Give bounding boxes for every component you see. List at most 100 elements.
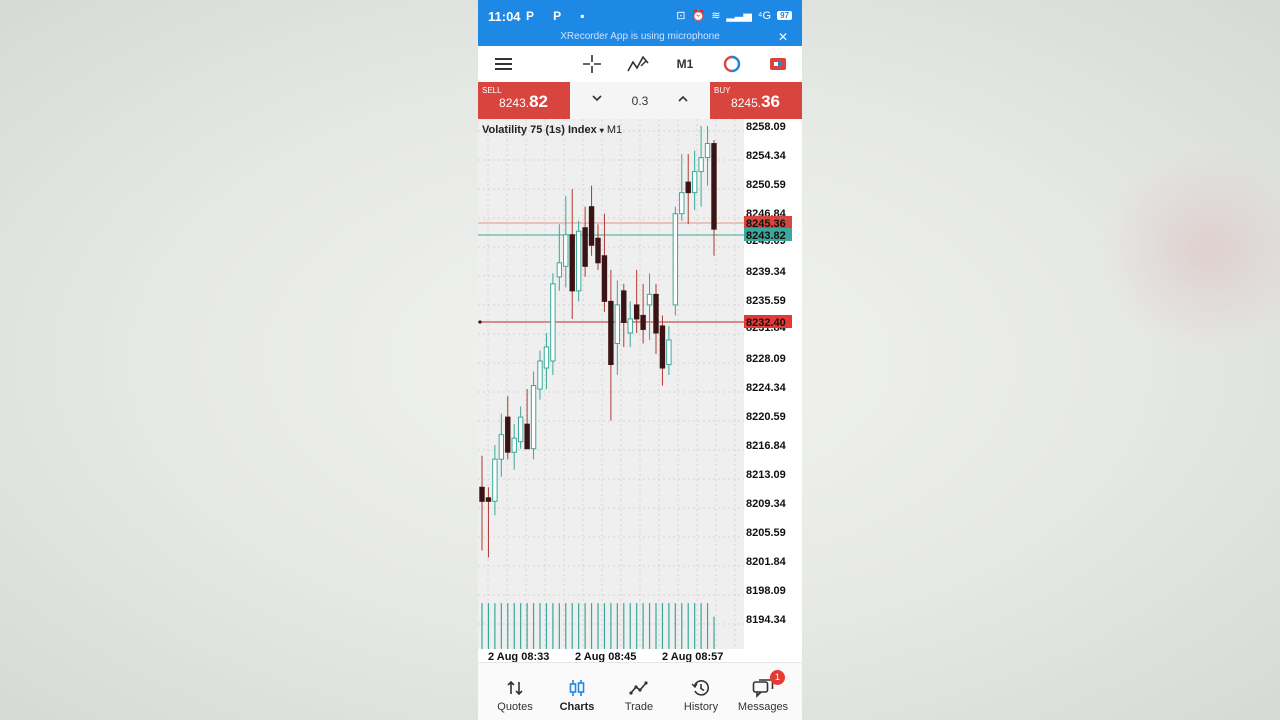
buy-price-main: 8245. [731,96,762,110]
y-tick-label: 8213.09 [746,469,786,481]
buy-price: 8245.36 [731,92,780,112]
candle-body [640,314,646,330]
close-icon[interactable]: ✕ [778,30,788,44]
candle-body [608,300,614,366]
status-bar: 11:04 P P ▪ ⊡ ⏰ ≋ ▂▃▅ ⁴G 97 XRecorder Ap… [478,0,802,46]
sell-button[interactable]: SELL 8243.82 [478,82,570,119]
chevron-up-icon[interactable] [676,91,690,107]
y-tick-label: 8258.09 [746,121,786,133]
nav-charts[interactable]: Charts [546,663,608,720]
volume-value[interactable]: 0.3 [610,94,670,108]
candle-body [511,437,517,453]
x-tick-label: 2 Aug 08:57 [662,651,723,662]
chevron-down-icon[interactable] [590,91,604,107]
buy-price-pips: 36 [761,92,780,111]
status-time: 11:04 [488,9,521,24]
symbol-dropdown-icon: ▾ [599,126,604,135]
nav-label-history: History [683,701,719,713]
candle-body [524,423,530,450]
candle-body [704,143,711,159]
y-tick-label: 8209.34 [746,498,787,510]
quotes-icon [503,677,527,699]
symbol-timeframe: M1 [606,124,623,136]
candle-body [582,227,588,267]
buy-label: BUY [714,86,731,95]
candle-body [595,237,601,264]
nav-history[interactable]: History [670,663,732,720]
nav-quotes[interactable]: Quotes [484,663,546,720]
y-tick-label: 8198.09 [746,585,786,597]
candle-body [698,157,704,173]
candle-body [530,385,537,450]
indicators-icon[interactable] [625,52,651,76]
y-tick-label: 8250.59 [746,179,786,191]
candle-body [543,346,550,369]
candle-body [659,325,666,369]
menu-icon[interactable] [492,52,514,76]
y-tick-label: 8254.34 [746,150,787,162]
y-tick-label: 8201.84 [746,556,787,568]
trade-panel: SELL 8243.82 0.3 BUY 8245.36 [478,82,802,119]
nav-trade[interactable]: Trade [608,663,670,720]
y-tick-label: 8216.84 [746,440,787,452]
candle-body [505,416,511,453]
y-tick-label: 8220.59 [746,411,786,423]
background-blur [1100,150,1280,350]
symbol-name: Volatility 75 (1s) Index [482,124,597,136]
y-tick-label: 8194.34 [746,614,787,626]
recording-notice: XRecorder App is using microphone [560,31,720,42]
candle-body [621,290,627,323]
nav-label-trade: Trade [624,701,654,713]
y-tick-label: 8228.09 [746,353,786,365]
nav-label-quotes: Quotes [497,701,533,713]
trade-icon [627,677,651,699]
candle-body [550,283,556,362]
candle-body [569,234,575,292]
candle-body [556,262,563,278]
chart-symbol[interactable]: Volatility 75 (1s) Index ▾ M1 [482,124,622,136]
bid-price-tag-text: 8243.82 [746,230,786,242]
chart-toolbar: M1 [478,46,802,82]
candle-body [653,293,659,334]
volume-control: 0.3 [570,82,710,119]
charts-icon [565,677,589,699]
system-icons: ⊡ ⏰ ≋ ▂▃▅ ⁴G 97 [676,9,792,22]
sell-price-main: 8243. [499,96,530,110]
parking-app-icons: P P [526,9,569,23]
timeframe-button[interactable]: M1 [672,52,698,76]
candle-body [498,434,505,460]
candle-body [485,497,492,502]
crosshair-icon[interactable] [580,52,604,76]
alarm-icon: ⏰ [691,10,706,22]
bottom-navigation: Quotes Charts Trade History 1 Messages [478,662,802,720]
signal-icon: ▂▃▅ [726,10,752,22]
buy-button[interactable]: BUY 8245.36 [710,82,802,119]
history-icon [689,677,713,699]
objects-icon[interactable] [720,52,744,76]
x-tick-label: 2 Aug 08:33 [488,651,549,662]
candle-body [479,486,485,502]
messages-badge: 1 [770,670,785,685]
candle-body [627,318,633,334]
candle-body [633,304,640,320]
candle-body [646,293,653,306]
x-tick-label: 2 Aug 08:45 [575,651,636,662]
candlestick-chart[interactable]: 8258.098254.348250.598246.848239.348235.… [478,119,802,662]
candle-body [691,171,698,194]
candle-body [601,255,608,302]
candle-body [614,304,621,344]
nav-messages[interactable]: 1 Messages [732,663,794,720]
cast-icon: ⊡ [676,10,686,22]
candle-body [563,234,569,267]
one-click-trading-icon[interactable] [766,52,790,76]
y-tick-label: 8205.59 [746,527,786,539]
notification-icons: P P ▪ [526,9,593,23]
candle-body [517,416,524,443]
battery-icon: 97 [777,11,792,20]
price-chart[interactable]: 8258.09 8254.34 8250.59 8246.84 8239.34 8235.… [478,119,802,720]
y-tick-label: 8239.34 [746,266,787,278]
candle-body [575,230,582,292]
candle-body [666,339,672,366]
level-price-tag-text: 8232.40 [746,317,786,329]
candle-body [679,192,685,215]
